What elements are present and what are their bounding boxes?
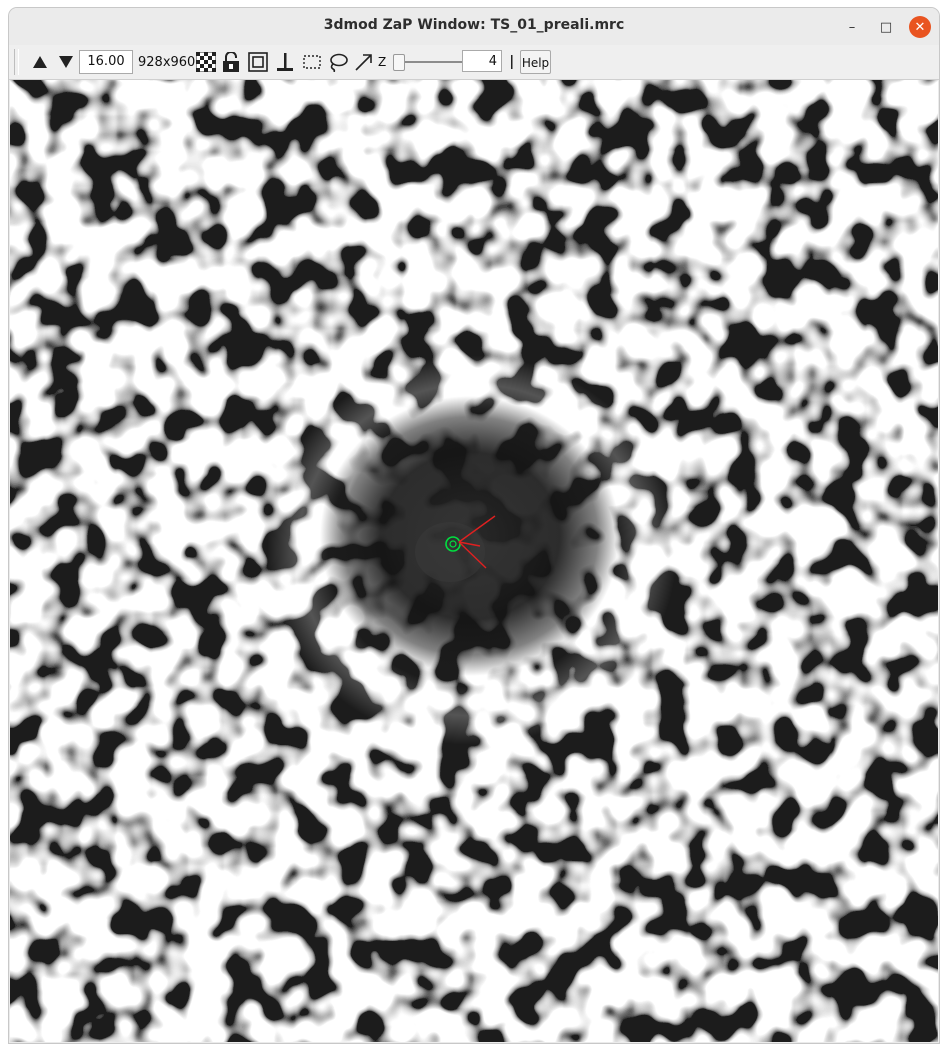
minimize-button[interactable]: –: [841, 16, 863, 38]
zap-toolbar: 16.00 928x960 Z 4 Help: [9, 45, 939, 80]
interpolation-icon[interactable]: [195, 51, 217, 73]
section-down-icon[interactable]: [56, 52, 76, 72]
lasso-icon[interactable]: [327, 51, 349, 73]
z-slider-track[interactable]: [404, 61, 464, 63]
z-slider-handle[interactable]: [393, 54, 405, 71]
rubberband-icon[interactable]: [301, 51, 323, 73]
toolbar-grip[interactable]: [14, 49, 19, 75]
maximize-button[interactable]: □: [875, 16, 897, 38]
section-up-icon[interactable]: [30, 52, 50, 72]
insert-point-icon[interactable]: [274, 51, 296, 73]
image-size-label: 928x960: [138, 55, 196, 70]
window-title: 3dmod ZaP Window: TS_01_preali.mrc: [323, 17, 625, 33]
tomogram-image[interactable]: [10, 80, 938, 1042]
arrow-icon[interactable]: [353, 51, 375, 73]
section-separator: [506, 54, 516, 70]
help-button[interactable]: Help: [520, 50, 551, 74]
z-slider-label: Z: [378, 55, 387, 69]
close-button[interactable]: ✕: [909, 16, 931, 38]
image-viewport[interactable]: [10, 80, 938, 1042]
title-bar[interactable]: 3dmod ZaP Window: TS_01_preali.mrc – □ ✕: [9, 8, 939, 46]
lock-icon[interactable]: [220, 51, 242, 73]
zoom-input[interactable]: 16.00: [79, 50, 133, 74]
zap-window: 3dmod ZaP Window: TS_01_preali.mrc – □ ✕…: [9, 8, 939, 1043]
center-icon[interactable]: [247, 51, 269, 73]
section-input[interactable]: 4: [462, 50, 502, 72]
